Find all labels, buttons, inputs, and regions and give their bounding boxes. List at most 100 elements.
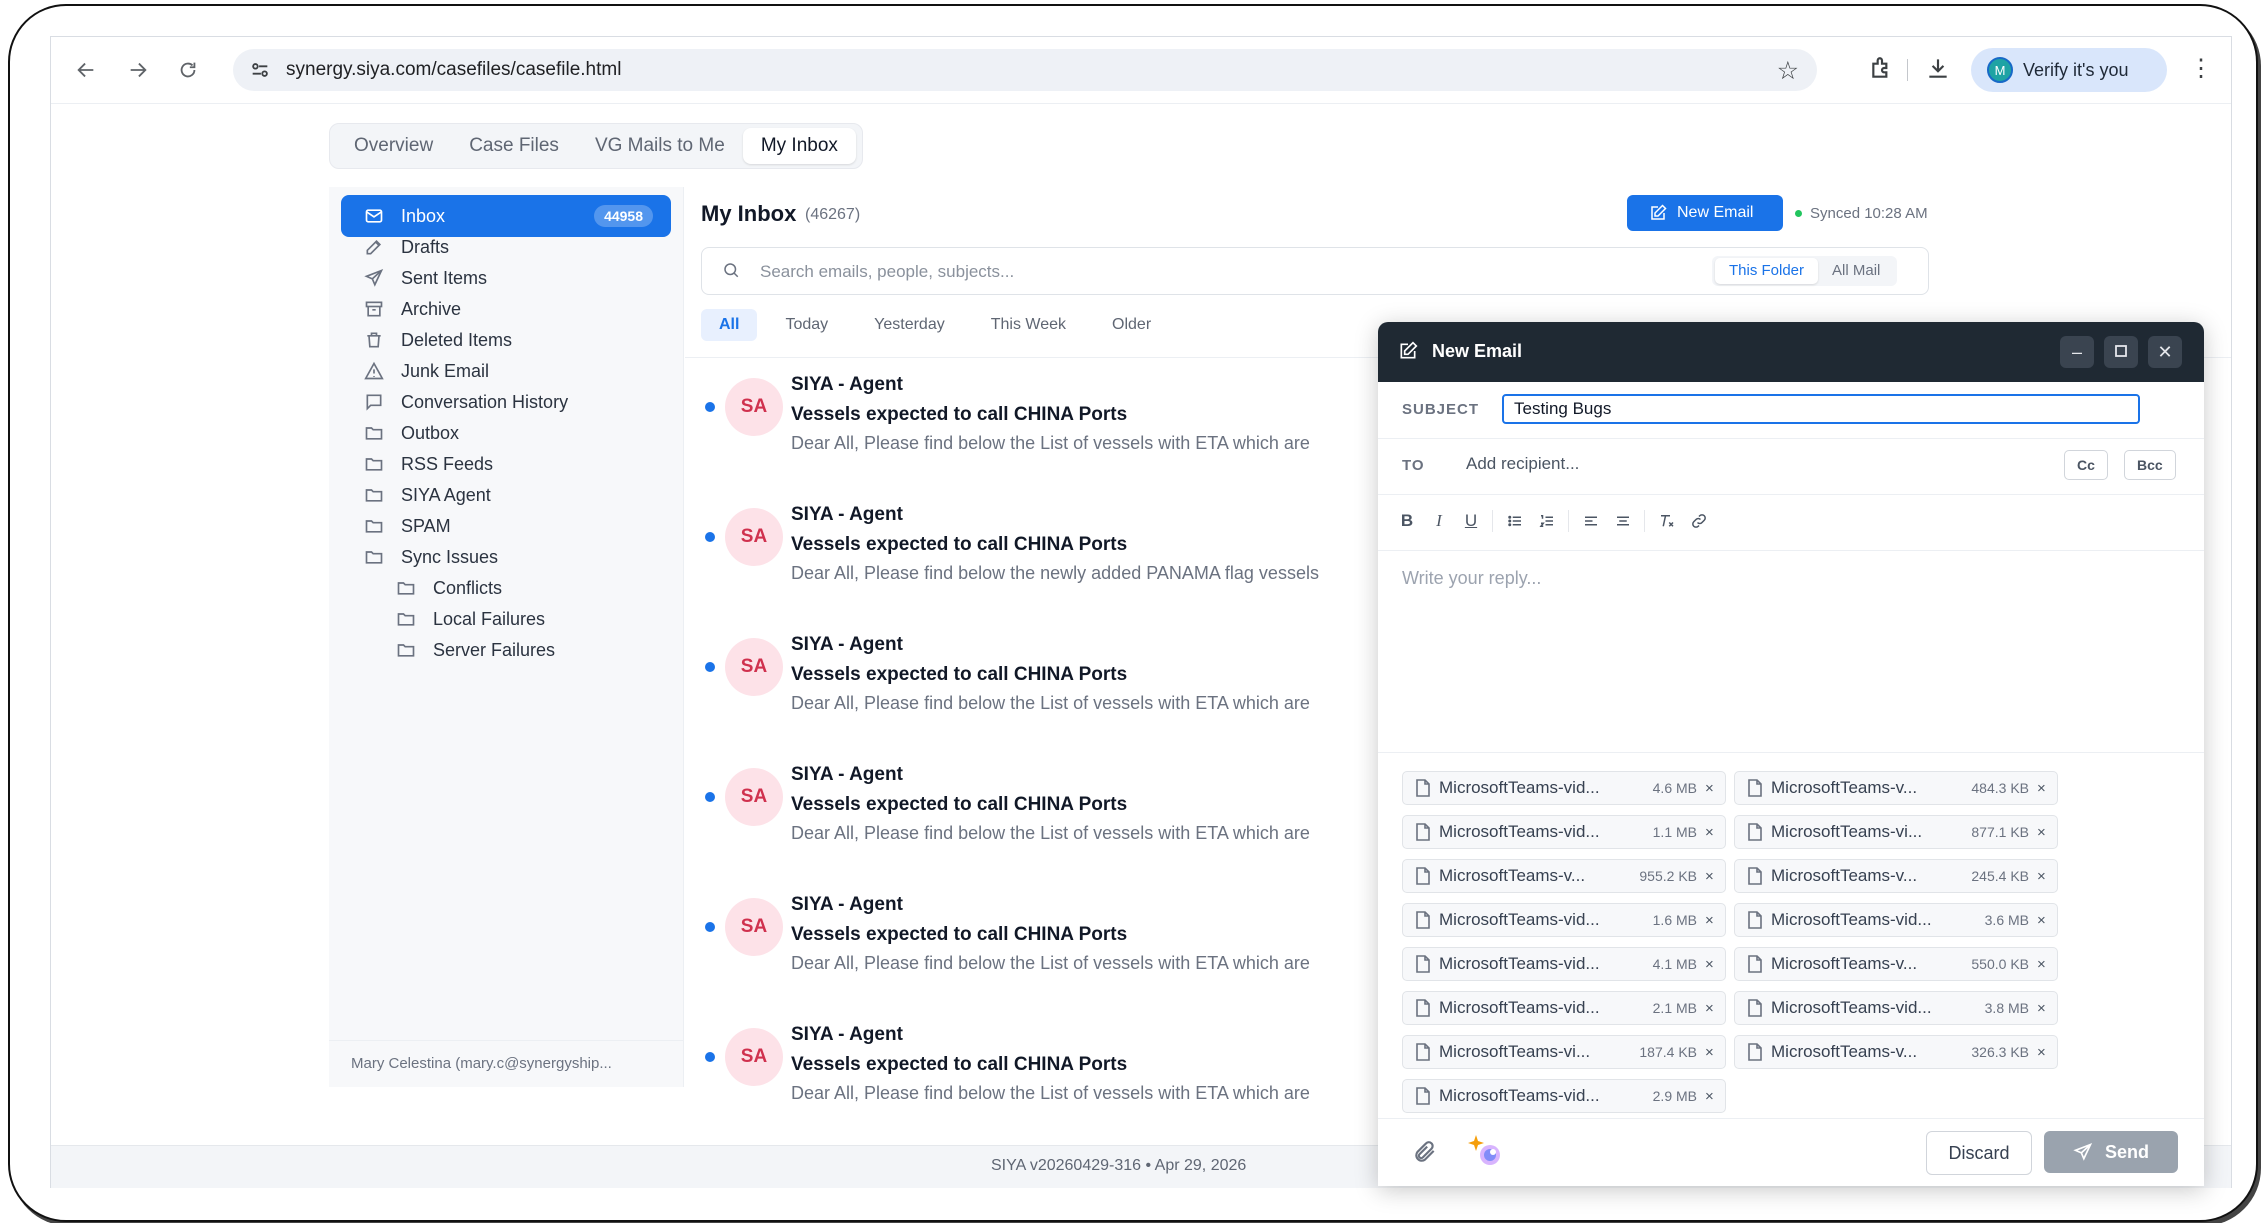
file-icon: [1747, 955, 1763, 973]
minimize-button[interactable]: –: [2060, 336, 2094, 368]
bold-icon[interactable]: B: [1394, 508, 1420, 534]
verify-profile-chip[interactable]: M Verify it's you: [1971, 48, 2167, 92]
tab-case-files[interactable]: Case Files: [451, 128, 577, 164]
attachment-chip[interactable]: MicrosoftTeams-vid... 3.8 MB ×: [1734, 991, 2058, 1025]
folder-icon: [363, 484, 385, 506]
sidebar-item-label: Server Failures: [433, 639, 556, 660]
attachment-chip[interactable]: MicrosoftTeams-vid... 1.1 MB ×: [1402, 815, 1726, 849]
numbered-list-icon[interactable]: [1534, 508, 1560, 534]
remove-attachment-icon[interactable]: ×: [1705, 956, 1714, 973]
search-input[interactable]: Search emails, people, subjects... This …: [701, 247, 1929, 295]
email-sender: SIYA - Agent: [791, 504, 903, 525]
tab-my-inbox[interactable]: My Inbox: [742, 128, 856, 164]
discard-button[interactable]: Discard: [1926, 1131, 2032, 1175]
browser-menu-icon[interactable]: ⋮: [2189, 54, 2213, 83]
remove-attachment-icon[interactable]: ×: [1705, 912, 1714, 929]
attachment-chip[interactable]: MicrosoftTeams-v... 550.0 KB ×: [1734, 947, 2058, 981]
format-toolbar: B I U: [1378, 494, 2204, 551]
remove-attachment-icon[interactable]: ×: [2037, 1000, 2046, 1017]
attachment-chip[interactable]: MicrosoftTeams-vid... 2.1 MB ×: [1402, 991, 1726, 1025]
attachments-list: MicrosoftTeams-vid... 4.6 MB × Microsoft…: [1378, 752, 2204, 1113]
remove-attachment-icon[interactable]: ×: [2037, 956, 2046, 973]
attachment-chip[interactable]: MicrosoftTeams-v... 326.3 KB ×: [1734, 1035, 2058, 1069]
file-icon: [1747, 911, 1763, 929]
profile-avatar: M: [1987, 57, 2013, 83]
file-icon: [1747, 823, 1763, 841]
remove-attachment-icon[interactable]: ×: [2037, 868, 2046, 885]
attachment-chip[interactable]: MicrosoftTeams-vid... 4.6 MB ×: [1402, 771, 1726, 805]
filter-today[interactable]: Today: [767, 309, 846, 341]
email-sender: SIYA - Agent: [791, 634, 903, 655]
align-center-icon[interactable]: [1610, 508, 1636, 534]
extensions-icon[interactable]: [1869, 55, 1895, 86]
link-icon[interactable]: [1686, 508, 1712, 534]
remove-attachment-icon[interactable]: ×: [2037, 824, 2046, 841]
remove-attachment-icon[interactable]: ×: [1705, 868, 1714, 885]
remove-attachment-icon[interactable]: ×: [2037, 1044, 2046, 1061]
back-icon[interactable]: [69, 53, 103, 87]
cc-button[interactable]: Cc: [2064, 450, 2108, 480]
unread-dot: [705, 532, 715, 542]
filter-all[interactable]: All: [701, 309, 758, 341]
remove-attachment-icon[interactable]: ×: [2037, 912, 2046, 929]
align-left-icon[interactable]: [1578, 508, 1604, 534]
filter-yesterday[interactable]: Yesterday: [856, 309, 963, 341]
sidebar-item-label: Sent Items: [401, 267, 488, 288]
recipient-input[interactable]: Add recipient...: [1466, 454, 1579, 474]
attachment-chip[interactable]: MicrosoftTeams-v... 245.4 KB ×: [1734, 859, 2058, 893]
ai-sparkle-icon[interactable]: [1466, 1133, 1504, 1174]
attachment-chip[interactable]: MicrosoftTeams-vid... 4.1 MB ×: [1402, 947, 1726, 981]
scope-this-folder[interactable]: This Folder: [1715, 258, 1819, 284]
compose-footer: Discard Send: [1378, 1118, 2204, 1186]
new-email-button[interactable]: New Email: [1627, 195, 1783, 231]
email-subject: Vessels expected to call CHINA Ports: [791, 664, 1128, 685]
unread-dot: [705, 1052, 715, 1062]
bookmark-star-icon[interactable]: ☆: [1777, 56, 1799, 86]
site-settings-icon[interactable]: [249, 59, 271, 86]
attachment-chip[interactable]: MicrosoftTeams-vid... 3.6 MB ×: [1734, 903, 2058, 937]
send-button[interactable]: Send: [2044, 1131, 2178, 1173]
sync-status-text: Synced 10:28 AM: [1810, 205, 1928, 222]
sidebar-item-server-failures[interactable]: Server Failures: [341, 629, 671, 671]
remove-attachment-icon[interactable]: ×: [1705, 1044, 1714, 1061]
remove-attachment-icon[interactable]: ×: [1705, 1088, 1714, 1105]
address-bar[interactable]: synergy.siya.com/casefiles/casefile.html…: [233, 49, 1817, 91]
scope-all-mail[interactable]: All Mail: [1818, 258, 1894, 284]
tab-vg-mails-to-me[interactable]: VG Mails to Me: [577, 128, 743, 164]
underline-icon[interactable]: U: [1458, 508, 1484, 534]
bcc-button[interactable]: Bcc: [2124, 450, 2176, 480]
italic-icon[interactable]: I: [1426, 508, 1452, 534]
bullet-list-icon[interactable]: [1502, 508, 1528, 534]
attachment-chip[interactable]: MicrosoftTeams-vid... 1.6 MB ×: [1402, 903, 1726, 937]
filter-this-week[interactable]: This Week: [973, 309, 1084, 341]
compose-header: New Email – ✕: [1378, 322, 2204, 382]
subject-input[interactable]: Testing Bugs: [1502, 394, 2140, 424]
attachment-chip[interactable]: MicrosoftTeams-vi... 877.1 KB ×: [1734, 815, 2058, 849]
remove-attachment-icon[interactable]: ×: [1705, 780, 1714, 797]
inbox-count-badge: 44958: [594, 205, 653, 227]
clear-format-icon[interactable]: [1654, 508, 1680, 534]
attachment-chip[interactable]: MicrosoftTeams-v... 484.3 KB ×: [1734, 771, 2058, 805]
sidebar-item-label: Junk Email: [401, 360, 490, 381]
sidebar-item-label: Sync Issues: [401, 546, 499, 567]
inbox-mail-icon: [363, 205, 385, 227]
attachment-chip[interactable]: MicrosoftTeams-vi... 187.4 KB ×: [1402, 1035, 1726, 1069]
sidebar-item-label: SIYA Agent: [401, 484, 491, 505]
attachment-chip[interactable]: MicrosoftTeams-vid... 2.9 MB ×: [1402, 1079, 1726, 1113]
reload-icon[interactable]: [171, 53, 205, 87]
maximize-button[interactable]: [2104, 336, 2138, 368]
filter-older[interactable]: Older: [1094, 309, 1169, 341]
paperclip-icon[interactable]: [1412, 1139, 1438, 1170]
attachment-chip[interactable]: MicrosoftTeams-v... 955.2 KB ×: [1402, 859, 1726, 893]
file-icon: [1747, 779, 1763, 797]
close-compose-button[interactable]: ✕: [2148, 336, 2182, 368]
forward-icon[interactable]: [121, 53, 155, 87]
remove-attachment-icon[interactable]: ×: [2037, 780, 2046, 797]
remove-attachment-icon[interactable]: ×: [1705, 824, 1714, 841]
tab-overview[interactable]: Overview: [336, 128, 451, 164]
verify-label: Verify it's you: [2023, 59, 2129, 80]
message-body-input[interactable]: Write your reply...: [1402, 568, 1541, 589]
download-icon[interactable]: [1925, 55, 1951, 86]
remove-attachment-icon[interactable]: ×: [1705, 1000, 1714, 1017]
toolbar-divider: [1907, 59, 1908, 81]
